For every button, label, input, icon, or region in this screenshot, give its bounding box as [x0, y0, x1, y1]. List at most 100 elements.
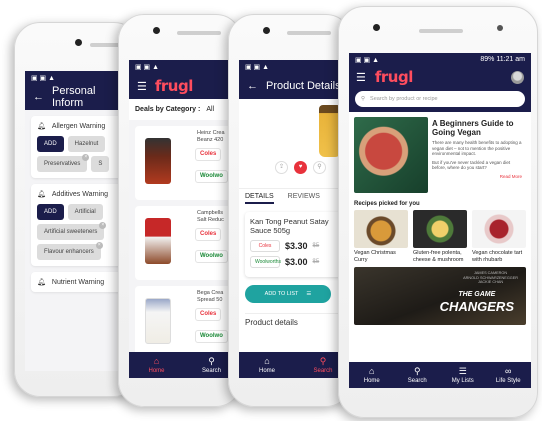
- bottom-nav: ⌂ Home ⚲ Search: [129, 352, 239, 378]
- back-arrow-icon[interactable]: ←: [247, 80, 258, 92]
- status-bar: ▣ ▣ ▲: [239, 60, 351, 73]
- bottom-nav: ⌂ Home ⚲ Search: [239, 352, 351, 378]
- status-icons: ▣ ▣ ▲: [355, 56, 380, 64]
- additive-chip[interactable]: Artificial sweeteners ×: [37, 222, 107, 240]
- menu-icon[interactable]: ☰: [137, 80, 147, 93]
- nav-life-style[interactable]: ∞ Life Style: [486, 362, 532, 388]
- status-icons: ▣ ▣ ▲: [135, 63, 160, 71]
- recipe-name: Vegan chocolate tart with rhubarb: [472, 250, 523, 263]
- product-name: Campbells Salt Reduc: [197, 210, 224, 223]
- recipe-card[interactable]: Gluten-free polenta, cheese & mushroom: [413, 210, 467, 263]
- remove-icon[interactable]: ×: [99, 222, 107, 229]
- game-changers-banner[interactable]: JAMES CAMERON ARNOLD SCHWARZENEGGER JACK…: [354, 267, 526, 325]
- chip-label: Artificial sweeteners: [44, 229, 98, 235]
- product-hero: ⇪ ♥ ⚲: [239, 99, 351, 189]
- remove-icon[interactable]: ×: [82, 154, 90, 161]
- woolworths-price[interactable]: Woolwo: [195, 250, 228, 263]
- product-details-heading: Product details: [245, 313, 345, 327]
- product-name: Heinz Crea Beanz 420: [197, 130, 225, 143]
- menu-icon[interactable]: ☰: [356, 71, 366, 84]
- add-additive-button[interactable]: ADD: [37, 204, 64, 220]
- brand-logo: frugl: [374, 68, 413, 86]
- nav-my-lists[interactable]: ☰ My Lists: [440, 362, 486, 388]
- speaker: [177, 31, 221, 35]
- home-icon: ⌂: [264, 355, 270, 366]
- featured-image: [354, 117, 428, 193]
- tab-reviews[interactable]: REVIEWS: [288, 193, 320, 204]
- deals-value[interactable]: All: [206, 106, 214, 113]
- remove-icon[interactable]: ×: [95, 242, 103, 249]
- allergen-chip[interactable]: S: [91, 156, 110, 172]
- store-pill: Woolworths: [250, 256, 281, 268]
- list-icon: ☰: [306, 291, 312, 297]
- recipe-list: Vegan Christmas Curry Gluten-free polent…: [354, 210, 526, 263]
- nutrient-card: 🔔︎ Nutrient Warning: [31, 272, 131, 292]
- old-price: $5: [312, 243, 320, 249]
- price-row-coles[interactable]: Coles $3.30 $5: [250, 240, 340, 252]
- woolworths-price[interactable]: Woolwo: [195, 330, 228, 343]
- allergen-chip[interactable]: Preservatives ×: [37, 154, 90, 172]
- sensor: [497, 25, 503, 31]
- featured-title: A Beginners Guide to Going Vegan: [432, 119, 514, 137]
- screen-deals: ▣ ▣ ▲ ☰ frugl Deals by Category : All He…: [129, 60, 239, 378]
- status-bar: ▣ ▣ ▲: [129, 60, 239, 73]
- read-more-link[interactable]: Read More: [432, 174, 522, 179]
- screen-home: ▣ ▣ ▲ 89% 11:21 am ☰ frugl ⚲ Search by p…: [349, 53, 531, 388]
- app-bar: ← Product Details: [239, 73, 351, 99]
- price-card: Kan Tong Peanut Satay Sauce 505g Coles $…: [245, 212, 345, 277]
- coles-price[interactable]: Coles: [195, 148, 222, 161]
- nav-home[interactable]: ⌂ Home: [349, 362, 395, 388]
- infinity-icon: ∞: [505, 365, 512, 376]
- product-card[interactable]: Bega Crea Spread 50 Coles Woolwo: [135, 286, 233, 360]
- woolworths-price[interactable]: Woolwo: [195, 170, 228, 183]
- phone-home: ▣ ▣ ▲ 89% 11:21 am ☰ frugl ⚲ Search by p…: [338, 6, 538, 418]
- allergen-chip[interactable]: Hazelnut: [67, 136, 106, 152]
- price: $3.30: [285, 241, 308, 251]
- deals-filter[interactable]: Deals by Category : All: [129, 99, 239, 120]
- additive-chip[interactable]: Flavour enhancers ×: [37, 242, 103, 260]
- page-title: Product Details: [266, 80, 341, 92]
- banner-credits: JAMES CAMERON ARNOLD SCHWARZENEGGER JACK…: [463, 271, 518, 285]
- share-icon[interactable]: ⇪: [275, 161, 288, 174]
- back-arrow-icon[interactable]: ←: [33, 91, 44, 103]
- camera: [263, 27, 270, 34]
- recipe-card[interactable]: Vegan Christmas Curry: [354, 210, 408, 263]
- recipe-image: [472, 210, 526, 248]
- old-price: $5: [312, 259, 320, 265]
- allergen-card: 🔔︎ Allergen Warning ADD Hazelnut Preserva…: [31, 116, 131, 178]
- nav-search[interactable]: ⚲ Search: [395, 362, 441, 388]
- coles-price[interactable]: Coles: [195, 308, 222, 321]
- product-card[interactable]: Campbells Salt Reduc Coles Woolwo: [135, 206, 233, 280]
- featured-article[interactable]: A Beginners Guide to Going Vegan There a…: [354, 117, 526, 197]
- camera: [373, 24, 380, 31]
- status-icons: ▣ ▣ ▲: [245, 63, 270, 71]
- product-image: [145, 298, 171, 344]
- nav-home[interactable]: ⌂ Home: [239, 352, 295, 378]
- add-allergen-button[interactable]: ADD: [37, 136, 64, 152]
- additives-label: Additives Warning: [51, 190, 109, 198]
- app-bar: ☰ frugl: [349, 66, 531, 88]
- speaker: [287, 31, 331, 35]
- add-button-label: ADD TO LIST: [264, 291, 299, 297]
- home-icon: ⌂: [153, 355, 160, 366]
- additives-card: 🔔︎ Additives Warning ADD Artificial Artif…: [31, 184, 131, 266]
- status-icons: ▣ ▣ ▲: [31, 74, 56, 82]
- coles-price[interactable]: Coles: [195, 228, 222, 241]
- price-row-woolworths[interactable]: Woolworths $3.00 $5: [250, 256, 340, 268]
- nutrient-label: Nutrient Warning: [51, 278, 105, 286]
- search-icon: ⚲: [413, 365, 421, 376]
- zoom-icon[interactable]: ⚲: [313, 161, 326, 174]
- add-to-list-button[interactable]: ADD TO LIST ☰: [245, 285, 331, 303]
- additive-chip[interactable]: Artificial: [67, 204, 103, 220]
- bottom-nav: ⌂ Home ⚲ Search ☰ My Lists ∞ Life Style: [349, 362, 531, 388]
- search-input[interactable]: ⚲ Search by product or recipe: [355, 91, 525, 107]
- avatar[interactable]: [511, 70, 524, 84]
- allergen-label: Allergen Warning: [51, 122, 106, 130]
- tab-details[interactable]: DETAILS: [245, 193, 274, 204]
- recipe-card[interactable]: Vegan chocolate tart with rhubarb: [472, 210, 526, 263]
- camera: [75, 39, 82, 46]
- product-card[interactable]: Heinz Crea Beanz 420 Coles Woolwo: [135, 126, 233, 200]
- home-icon: ⌂: [369, 365, 375, 376]
- nav-home[interactable]: ⌂ Home: [129, 352, 184, 378]
- favourite-icon[interactable]: ♥: [294, 161, 307, 174]
